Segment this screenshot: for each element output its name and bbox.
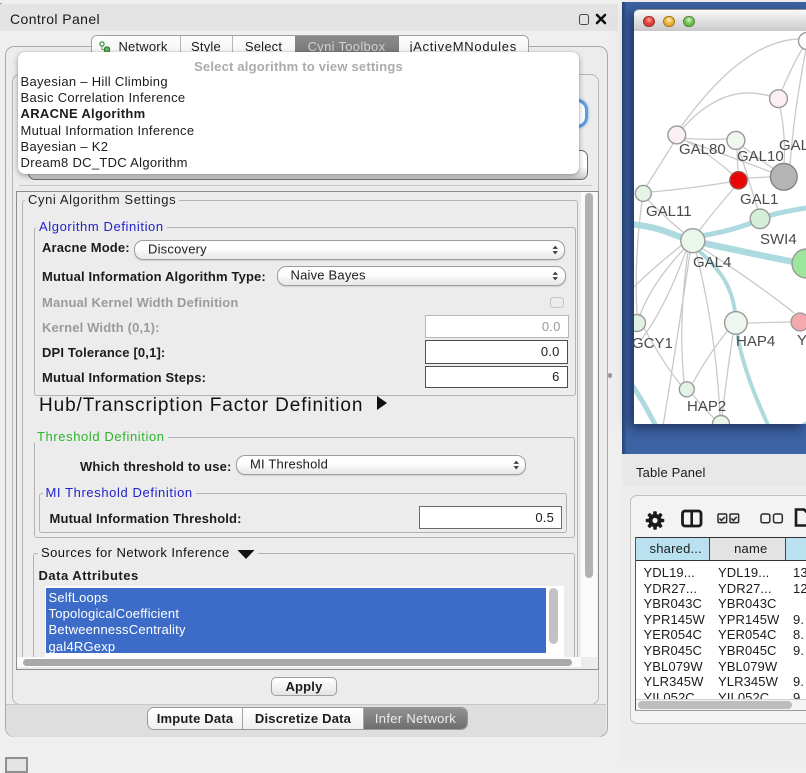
svg-text:GAL1: GAL1 (740, 191, 778, 208)
svg-text:GAL4: GAL4 (693, 254, 731, 271)
svg-text:GCY1: GCY1 (634, 335, 673, 352)
svg-text:GAL11: GAL11 (646, 203, 692, 220)
svg-text:GAL10: GAL10 (737, 148, 784, 165)
svg-text:SWI4: SWI4 (760, 231, 797, 248)
svg-text:HAP4: HAP4 (736, 333, 775, 350)
svg-text:Y: Y (797, 332, 806, 349)
svg-text:HAP2: HAP2 (687, 398, 726, 415)
svg-text:GAL80: GAL80 (679, 141, 726, 158)
